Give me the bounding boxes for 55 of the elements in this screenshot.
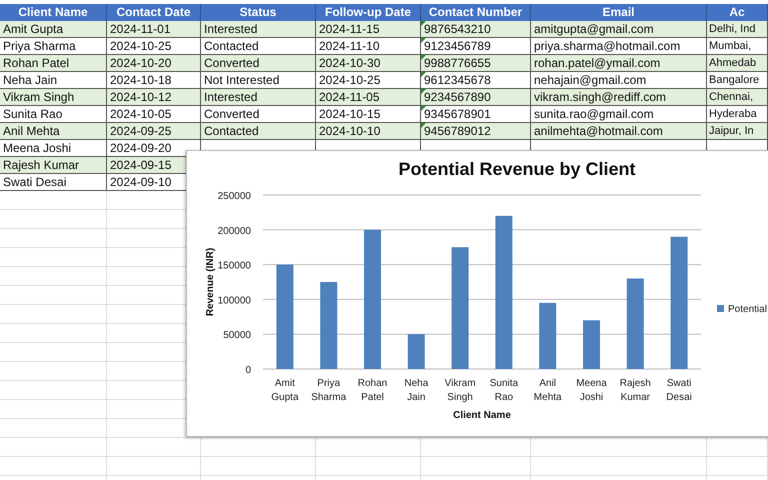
table-cell: Jaipur, In (707, 123, 768, 140)
table-cell: anilmehta@hotmail.com (531, 123, 707, 140)
x-tick-label: Meena Joshi (576, 378, 607, 403)
table-cell: 2024-10-12 (107, 89, 201, 106)
table-cell: Rajesh Kumar (0, 157, 107, 174)
table-cell: 9234567890 (421, 89, 531, 106)
table-cell: Delhi, Ind (707, 21, 768, 38)
table-cell: 2024-11-05 (316, 89, 421, 106)
table-cell: amitgupta@gmail.com (531, 21, 707, 38)
table-cell: Vikram Singh (0, 89, 107, 106)
table-cell: Ahmedab (707, 55, 768, 72)
table-cell: Chennai, (707, 89, 768, 106)
bar (539, 302, 556, 369)
chart-title: Potential Revenue by Client (398, 159, 636, 179)
table-cell: 2024-11-15 (316, 21, 421, 38)
x-tick-label: Vikram Singh (444, 378, 476, 403)
table-cell: 2024-10-20 (107, 55, 201, 72)
table-cell: Interested (201, 89, 316, 106)
table-cell: Amit Gupta (0, 21, 107, 38)
table-cell: Anil Mehta (0, 123, 107, 140)
table-cell: vikram.singh@rediff.com (531, 89, 707, 106)
table-cell: 2024-11-01 (107, 21, 201, 38)
table-cell: 9876543210 (421, 21, 531, 38)
y-tick-label: 0 (245, 365, 251, 376)
x-tick-label: Amit Gupta (271, 378, 299, 403)
y-tick-label: 50000 (223, 330, 251, 342)
y-tick-label: 200000 (218, 226, 251, 237)
y-tick-label: 150000 (218, 260, 251, 272)
x-tick-label: Rohan Patel (358, 378, 388, 403)
table-cell: 9456789012 (421, 123, 531, 140)
table-cell: Swati Desai (0, 174, 107, 191)
y-tick-label: 100000 (218, 295, 251, 306)
legend-label: Potential (728, 304, 767, 315)
table-cell: 9988776655 (421, 55, 531, 72)
table-cell: Rohan Patel (0, 55, 107, 72)
table-cell: Contacted (201, 123, 316, 140)
table-cell: Converted (201, 55, 316, 72)
x-tick-label: Anil Mehta (534, 378, 562, 403)
x-tick-label: Neha Jain (404, 378, 428, 403)
y-tick-label: 250000 (218, 191, 251, 202)
table-cell: 2024-09-25 (107, 123, 201, 140)
bar (583, 320, 600, 369)
empty-cell (707, 457, 768, 476)
y-axis-title: Revenue (INR) (205, 248, 216, 316)
x-tick-label: Rajesh Kumar (620, 378, 651, 403)
x-axis-title: Client Name (453, 410, 511, 421)
table-cell: Interested (201, 21, 316, 38)
bar (408, 334, 425, 369)
table-cell: 2024-10-10 (316, 123, 421, 140)
x-tick-label: Swati Desai (666, 378, 692, 403)
table-cell: 2024-10-30 (316, 55, 421, 72)
x-tick-label: Sunita Rao (490, 378, 518, 403)
empty-cell (707, 438, 768, 457)
x-tick-label: Priya Sharma (311, 378, 346, 403)
table-cell: rohan.patel@ymail.com (531, 55, 707, 72)
